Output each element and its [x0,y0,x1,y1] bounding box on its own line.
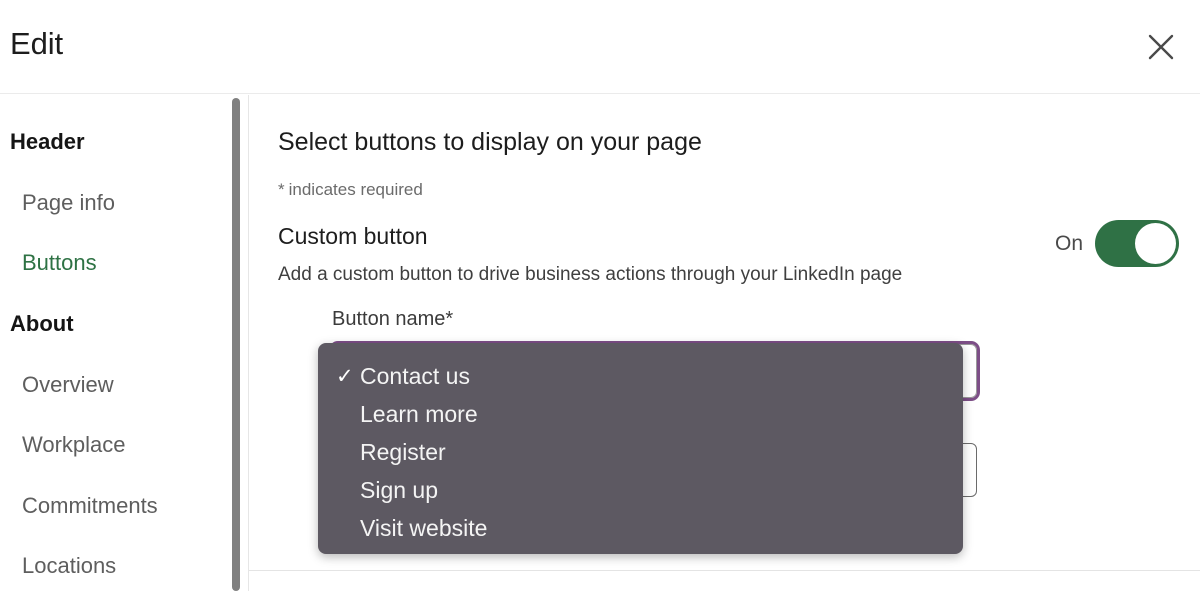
modal-header: Edit [0,0,1200,94]
sidebar-item-workplace[interactable]: Workplace [0,432,236,458]
dropdown-option-label: Register [360,438,446,465]
dropdown-option-learn-more[interactable]: Learn more [318,395,963,433]
button-name-dropdown-menu[interactable]: ✓ Contact us Learn more Register Sign up… [318,343,963,554]
required-note: * indicates required [278,180,423,200]
sidebar-group-about: About [10,311,74,336]
sidebar-item-overview[interactable]: Overview [0,372,236,398]
custom-button-section-title: Custom button [278,223,428,249]
page-title: Edit [10,26,64,61]
toggle-state-label: On [1054,231,1083,255]
required-star: * [278,180,285,199]
bottom-divider [249,570,1200,571]
dropdown-option-label: Visit website [360,514,488,541]
dropdown-option-visit-website[interactable]: Visit website [318,509,963,547]
dropdown-option-sign-up[interactable]: Sign up [318,471,963,509]
sidebar-scrollbar[interactable] [232,98,240,591]
close-button[interactable] [1136,22,1186,72]
sidebar: Header Page info Buttons About Overview … [0,95,236,591]
dropdown-option-label: Learn more [360,400,478,427]
custom-button-section-description: Add a custom button to drive business ac… [278,264,903,285]
content-heading: Select buttons to display on your page [278,128,702,156]
check-icon: ✓ [336,364,354,388]
custom-button-toggle-group: On [1055,220,1179,267]
sidebar-group-header: Header [10,129,85,154]
required-note-text: indicates required [288,180,423,199]
dropdown-option-register[interactable]: Register [318,433,963,471]
dropdown-option-label: Sign up [360,476,439,503]
sidebar-item-locations[interactable]: Locations [0,553,236,579]
sidebar-scrollbar-thumb[interactable] [232,98,240,591]
sidebar-item-commitments[interactable]: Commitments [0,493,236,519]
custom-button-toggle[interactable] [1095,220,1179,267]
dropdown-option-label: Contact us [360,362,470,389]
edit-modal: Edit Header Page info Buttons About Over… [0,0,1200,591]
dropdown-option-contact-us[interactable]: ✓ Contact us [318,357,963,395]
sidebar-item-buttons[interactable]: Buttons [0,250,236,276]
button-name-label: Button name* [332,308,454,330]
sidebar-item-page-info[interactable]: Page info [0,190,236,216]
close-icon [1145,31,1177,63]
toggle-knob [1135,223,1176,264]
